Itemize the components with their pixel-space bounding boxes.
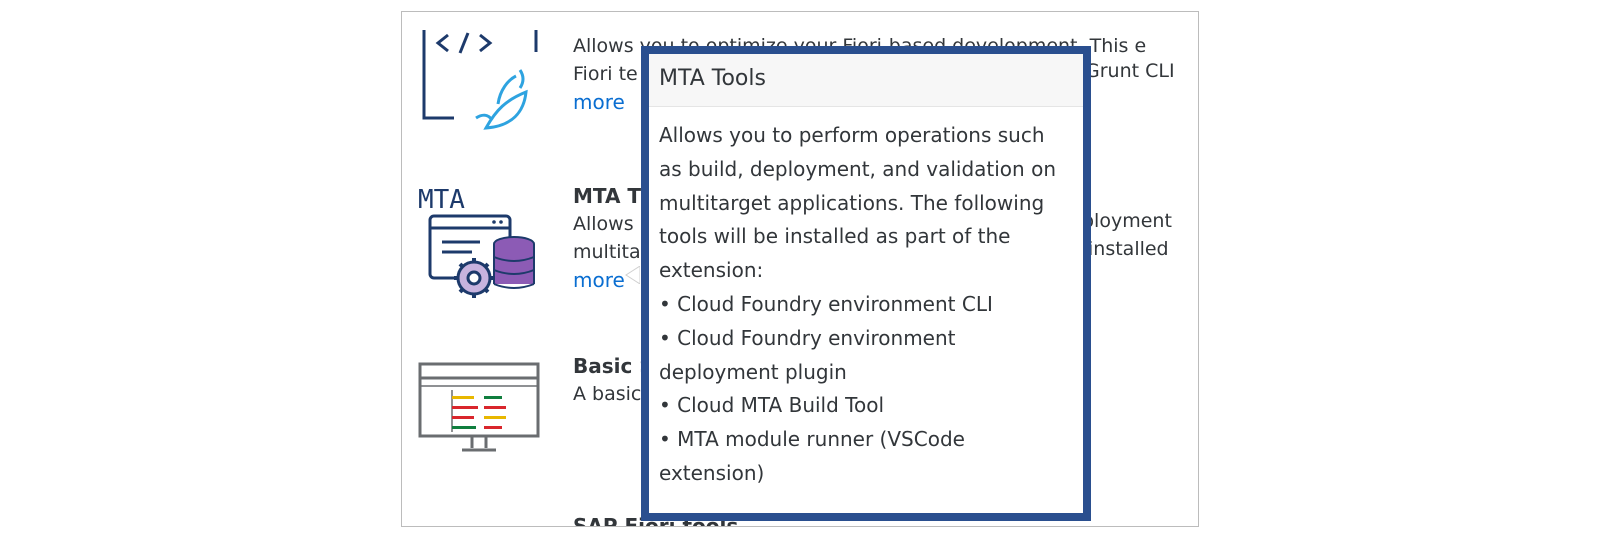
popover-body: Allows you to perform operations such as…	[649, 107, 1083, 491]
mta-icon-label: MTA	[418, 185, 465, 215]
popover-title: MTA Tools	[649, 54, 1083, 107]
popover-list-item: • MTA module runner (VSCode	[659, 427, 965, 452]
popover-text-line: tools will be installed as part of the	[659, 224, 1011, 249]
popover-list-item: extension)	[659, 460, 765, 485]
popover-text-line: Allows you to perform operations such	[659, 123, 1045, 147]
popover-list-item: • Cloud Foundry environment	[659, 325, 956, 350]
more-link[interactable]: more	[573, 268, 625, 292]
fiori-tools-icon	[422, 30, 538, 130]
popover-text-line: extension:	[659, 258, 764, 283]
basic-tools-icon	[418, 362, 540, 452]
popover-arrow	[625, 266, 640, 284]
popover-list-item: • Cloud Foundry environment CLI	[659, 291, 993, 316]
popover-list-item: • Cloud MTA Build Tool	[659, 393, 885, 418]
more-link[interactable]: more	[573, 90, 625, 114]
mta-tools-popover: MTA Tools Allows you to perform operatio…	[641, 46, 1091, 521]
popover-list-item: deployment plugin	[659, 359, 847, 384]
popover-text-line: multitarget applications. The following	[659, 190, 1045, 215]
description-fragment: ployment	[1082, 210, 1172, 232]
popover-text-line: as build, deployment, and validation on	[659, 156, 1056, 181]
mta-tools-icon: MTA	[418, 185, 535, 298]
description-fragment: Grunt CLI	[1085, 60, 1175, 82]
description-fragment-2: installed	[1088, 238, 1169, 260]
